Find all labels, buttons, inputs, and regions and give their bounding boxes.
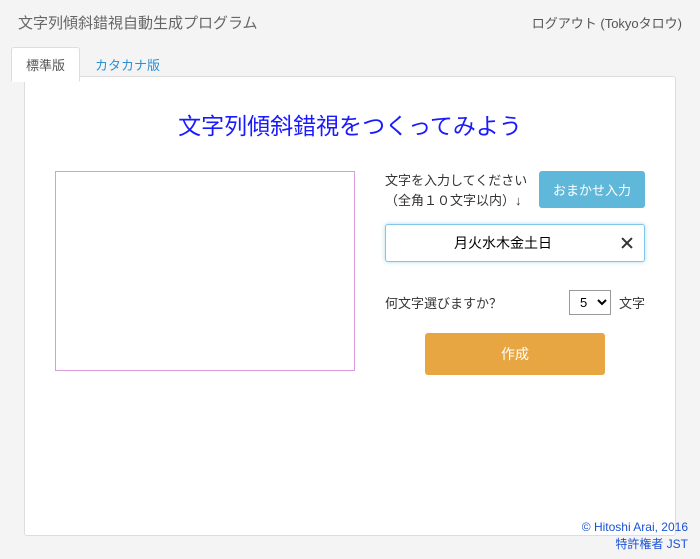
characters-input[interactable] [385, 224, 645, 262]
preview-canvas [55, 171, 355, 371]
main-card-wrapper: 標準版 カタカナ版 文字列傾斜錯視をつくってみよう 文字を入力してください （全… [12, 76, 688, 536]
app-title: 文字列傾斜錯視自動生成プログラム [18, 12, 258, 33]
count-select[interactable]: 5 [569, 290, 611, 315]
content-row: 文字を入力してください （全角１０文字以内）↓ おまかせ入力 何文字選びますか？ [55, 171, 645, 375]
count-row: 何文字選びますか？ 5 文字 [385, 290, 645, 315]
instruction-line2: （全角１０文字以内）↓ [385, 193, 522, 208]
count-question: 何文字選びますか？ [385, 293, 502, 312]
logout-link[interactable]: ログアウト (Tokyoタロウ) [532, 13, 682, 32]
instruction-row: 文字を入力してください （全角１０文字以内）↓ おまかせ入力 [385, 171, 645, 210]
instruction-line1: 文字を入力してください [385, 173, 527, 188]
count-controls: 5 文字 [569, 290, 645, 315]
footer-patent: 特許権者 JST [582, 536, 688, 553]
footer-copyright: © Hitoshi Arai, 2016 [582, 519, 688, 536]
instruction-text: 文字を入力してください （全角１０文字以内）↓ [385, 171, 527, 210]
create-button[interactable]: 作成 [425, 333, 605, 375]
controls-column: 文字を入力してください （全角１０文字以内）↓ おまかせ入力 何文字選びますか？ [385, 171, 645, 375]
app-header: 文字列傾斜錯視自動生成プログラム ログアウト (Tokyoタロウ) [0, 0, 700, 41]
page-heading: 文字列傾斜錯視をつくってみよう [55, 107, 645, 141]
text-input-wrapper [385, 224, 645, 262]
auto-fill-button[interactable]: おまかせ入力 [539, 171, 645, 208]
footer: © Hitoshi Arai, 2016 特許権者 JST [582, 519, 688, 553]
main-card: 文字列傾斜錯視をつくってみよう 文字を入力してください （全角１０文字以内）↓ … [24, 76, 676, 536]
card-content: 文字列傾斜錯視をつくってみよう 文字を入力してください （全角１０文字以内）↓ … [25, 77, 675, 395]
tab-standard[interactable]: 標準版 [11, 47, 80, 82]
clear-input-icon[interactable] [619, 235, 635, 251]
count-unit: 文字 [619, 293, 645, 312]
